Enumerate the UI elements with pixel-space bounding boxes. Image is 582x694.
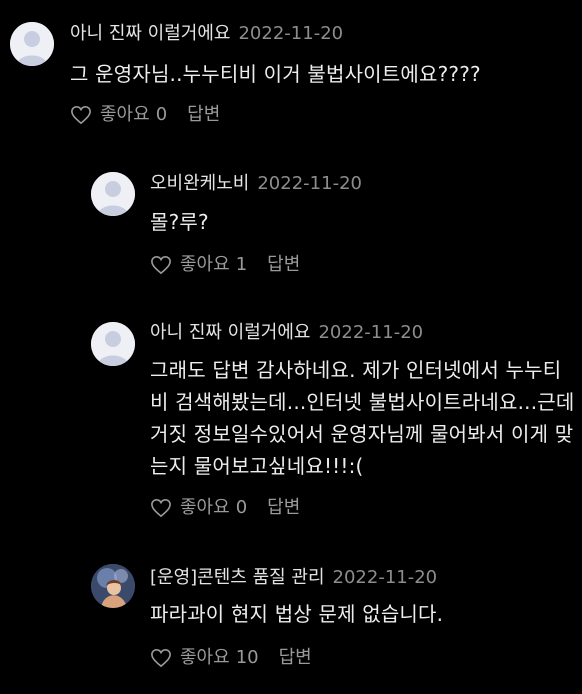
comment-actions: 좋아요 1 답변 <box>150 253 300 277</box>
comment-author[interactable]: 아니 진짜 이럴거에요 <box>70 23 230 44</box>
heart-icon[interactable] <box>150 648 172 668</box>
like-count: 1 <box>235 254 248 275</box>
like-count: 0 <box>155 104 168 125</box>
reply-button[interactable]: 답변 <box>187 103 220 127</box>
reply-button[interactable]: 답변 <box>279 646 312 670</box>
reply-button[interactable]: 답변 <box>267 253 300 277</box>
operator-profile-avatar-icon <box>91 564 135 608</box>
user-avatar[interactable] <box>10 22 54 66</box>
comment-author[interactable]: 오비완케노비 <box>150 173 249 194</box>
heart-icon[interactable] <box>70 105 92 125</box>
comment-date: 2022-11-20 <box>332 567 438 588</box>
reply-button[interactable]: 답변 <box>267 496 300 520</box>
comment-author[interactable]: [운영]콘텐츠 품질 관리 <box>150 567 325 588</box>
user-avatar[interactable] <box>91 322 135 366</box>
comment-actions: 좋아요 10 답변 <box>150 646 312 670</box>
operator-avatar[interactable] <box>91 564 135 608</box>
comment-actions: 좋아요 0 답변 <box>150 496 300 520</box>
default-user-avatar-icon <box>91 172 135 216</box>
like-button[interactable]: 좋아요 <box>100 103 150 127</box>
comment-date: 2022-11-20 <box>238 23 344 44</box>
like-button[interactable]: 좋아요 <box>180 496 230 520</box>
comment-text: 파라과이 현지 법상 문제 없습니다. <box>150 602 444 626</box>
like-button[interactable]: 좋아요 <box>180 253 230 277</box>
comment-header: 오비완케노비 2022-11-20 <box>150 172 362 196</box>
user-avatar[interactable] <box>91 172 135 216</box>
comment-date: 2022-11-20 <box>257 173 362 194</box>
default-user-avatar-icon <box>10 22 54 66</box>
comment-header: 아니 진짜 이럴거에요 2022-11-20 <box>150 321 423 345</box>
comment-date: 2022-11-20 <box>318 322 424 343</box>
comment-header: 아니 진짜 이럴거에요 2022-11-20 <box>70 22 343 46</box>
comment-text: 그 운영자님..누누티비 이거 불법사이트에요???? <box>70 62 481 86</box>
like-count: 0 <box>235 497 248 518</box>
comment-text: 그래도 답변 감사하네요. 제가 인터넷에서 누누티비 검색해봤는데...인터넷… <box>150 358 575 478</box>
comment-author[interactable]: 아니 진짜 이럴거에요 <box>150 322 310 343</box>
comment-text: 몰?루? <box>150 210 209 234</box>
default-user-avatar-icon <box>91 322 135 366</box>
comment-header: [운영]콘텐츠 품질 관리 2022-11-20 <box>150 566 437 590</box>
heart-icon[interactable] <box>150 255 172 275</box>
like-button[interactable]: 좋아요 <box>180 646 230 670</box>
like-count: 10 <box>235 647 259 668</box>
heart-icon[interactable] <box>150 498 172 518</box>
comment-actions: 좋아요 0 답변 <box>70 103 220 127</box>
